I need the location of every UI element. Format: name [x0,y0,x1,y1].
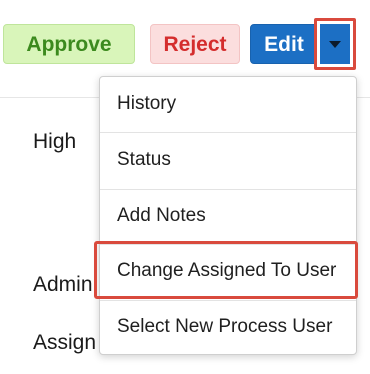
menu-item-change-assigned-user[interactable]: Change Assigned To User [100,245,356,297]
dropdown-button-face[interactable] [320,24,350,64]
field-label-assigned: Assign [33,331,97,354]
field-label-admin: Admin [33,273,93,296]
menu-item-add-notes[interactable]: Add Notes [100,190,356,242]
approve-button[interactable]: Approve [3,24,135,64]
edit-button[interactable]: Edit [250,24,318,64]
record-view: Approve Reject Edit High Admin Assign Hi… [0,0,370,374]
caret-down-icon [329,41,341,48]
menu-item-status[interactable]: Status [100,134,356,186]
actions-dropdown-menu: History Status Add Notes Change Assigned… [99,76,357,355]
menu-divider [100,132,356,133]
menu-item-history[interactable]: History [100,78,356,130]
menu-item-select-process-user[interactable]: Select New Process User [100,301,356,353]
priority-value: High [33,130,77,153]
actions-dropdown-toggle[interactable] [314,18,356,70]
reject-button[interactable]: Reject [150,24,240,64]
